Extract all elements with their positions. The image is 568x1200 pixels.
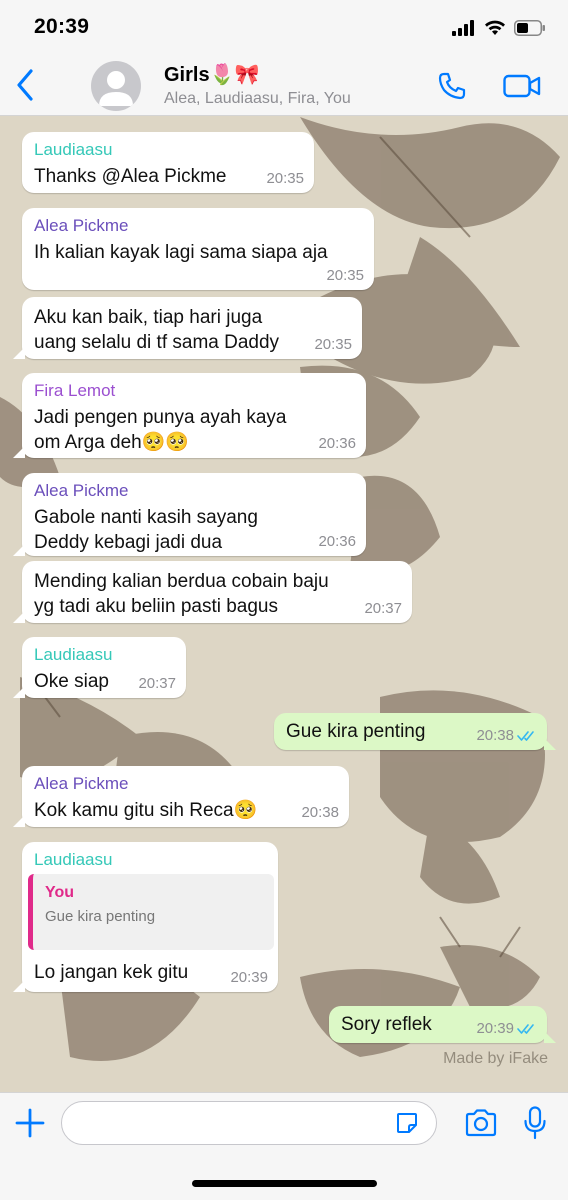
message-time: 20:37 [138,675,176,692]
camera-button[interactable] [462,1105,500,1141]
status-bar: 20:39 [0,0,568,56]
status-icons [452,18,546,38]
sticker-button[interactable] [393,1109,421,1137]
message-text: Mending kalian berdua cobain baju yg tad… [34,571,329,617]
message-text: Ih kalian kayak lagi sama siapa aja [34,242,328,263]
message-text: Thanks @Alea Pickme [34,166,227,187]
message-meta: 20:35 [326,267,364,284]
status-time: 20:39 [34,15,90,38]
message-meta: 20:36 [318,435,356,452]
message-time: 20:35 [266,170,304,187]
message-bubble[interactable]: Alea Pickme Kok kamu gitu sih Reca🥺 20:3… [13,766,349,827]
message-meta: 20:35 [266,170,304,187]
double-check-icon [517,730,534,741]
message-bubble[interactable]: Mending kalian berdua cobain baju yg tad… [13,561,412,623]
message-meta: 20:38 [476,727,537,744]
message-time: 20:38 [476,727,514,744]
message-time: 20:35 [326,267,364,284]
message-time: 20:39 [230,969,268,986]
chat-area[interactable]: Laudiaasu Thanks @Alea Pickme 20:35 Alea… [0,117,568,1092]
message-sender: Fira Lemot [34,381,116,400]
message-time: 20:39 [476,1020,514,1037]
battery-icon [514,20,545,36]
message-bubble[interactable]: Alea Pickme Gabole nanti kasih sayang De… [13,473,366,556]
plus-icon [15,1108,45,1138]
quoted-author: You [45,884,75,901]
message-time: 20:38 [301,804,339,821]
message-text: Kok kamu gitu sih Reca🥺 [34,800,258,821]
quoted-text: Gue kira penting [45,908,156,925]
group-avatar[interactable] [91,61,141,111]
phone-icon [438,72,466,100]
message-sender: Alea Pickme [34,216,129,235]
message-bubble-outgoing[interactable]: Gue kira penting 20:38 [274,713,556,750]
message-time: 20:35 [314,336,352,353]
message-bubble[interactable]: Laudiaasu Thanks @Alea Pickme 20:35 [22,132,314,193]
message-time: 20:36 [318,435,356,452]
message-sender: Alea Pickme [34,481,129,500]
message-sender: Laudiaasu [34,140,113,159]
message-sender: Alea Pickme [34,774,129,793]
video-call-button[interactable] [500,68,544,104]
message-meta: 20:38 [301,804,339,821]
camera-icon [465,1109,497,1137]
home-indicator [192,1180,377,1187]
chat-title[interactable]: Girls🌷🎀 [164,62,259,87]
message-sender: Laudiaasu [34,850,113,869]
message-sender: Laudiaasu [34,645,113,664]
message-input[interactable] [61,1101,437,1145]
message-bubble[interactable]: Aku kan baik, tiap hari juga uang selalu… [13,297,362,359]
quoted-message[interactable]: You Gue kira penting [28,874,274,950]
message-bubble[interactable]: Laudiaasu Oke siap 20:37 [13,637,186,698]
wifi-icon [485,20,505,35]
message-bubble-outgoing[interactable]: Sory reflek 20:39 [329,1006,556,1043]
message-text: Gabole nanti kasih sayang Deddy kebagi j… [34,507,258,553]
message-time: 20:37 [364,600,402,617]
message-text: Jadi pengen punya ayah kaya om Arga deh🥺… [34,407,287,453]
watermark: Made by iFake [443,1050,548,1067]
sticker-icon [397,1113,417,1133]
message-bubble[interactable]: Alea Pickme Ih kalian kayak lagi sama si… [22,208,374,290]
voice-call-button[interactable] [434,68,470,104]
message-time: 20:36 [318,533,356,550]
message-text: Aku kan baik, tiap hari juga uang selalu… [34,307,280,353]
chat-participants[interactable]: Alea, Laudiaasu, Fira, You [164,90,351,108]
signal-icon [452,20,474,36]
message-meta: 20:37 [138,675,176,692]
message-bubble-reply[interactable]: Laudiaasu You Gue kira penting Lo jangan… [13,842,278,992]
message-bubble[interactable]: Fira Lemot Jadi pengen punya ayah kaya o… [13,373,366,458]
message-meta: 20:39 [230,969,268,986]
back-button[interactable] [8,66,42,104]
chat-header: Girls🌷🎀 Alea, Laudiaasu, Fira, You [0,56,568,116]
attach-button[interactable] [12,1105,48,1141]
double-check-icon [517,1023,534,1034]
message-meta: 20:39 [476,1020,537,1037]
microphone-icon [524,1106,546,1140]
message-meta: 20:37 [364,600,402,617]
person-silhouette-icon [99,71,133,106]
video-camera-icon [503,74,541,98]
message-meta: 20:36 [318,533,356,550]
back-chevron-icon [17,69,33,101]
microphone-button[interactable] [518,1103,552,1143]
message-meta: 20:35 [314,336,352,353]
